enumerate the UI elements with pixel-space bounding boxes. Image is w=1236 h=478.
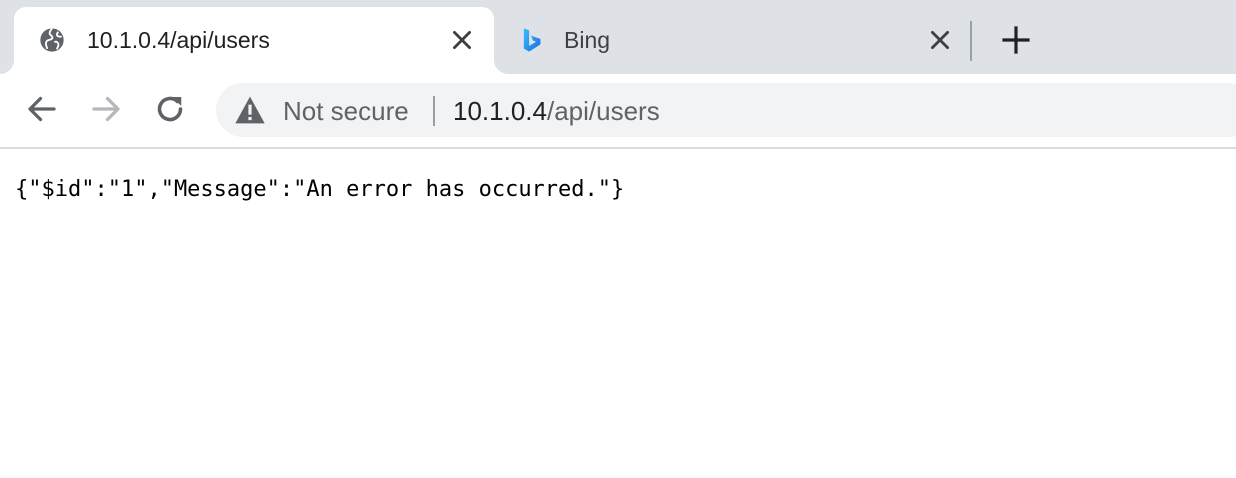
globe-icon bbox=[40, 27, 64, 52]
forward-arrow-icon[interactable] bbox=[88, 91, 124, 127]
tab-bing[interactable]: Bing bbox=[500, 7, 970, 74]
tab-title: 10.1.0.4/api/users bbox=[87, 27, 270, 53]
bing-logo-icon bbox=[523, 28, 541, 52]
address-bar-divider bbox=[433, 96, 435, 126]
browser-window: 10.1.0.4/api/users Bing Not secure 10.1.… bbox=[0, 0, 1236, 478]
tab-separator bbox=[970, 21, 972, 61]
warning-triangle-icon[interactable] bbox=[234, 95, 266, 125]
tab-title: Bing bbox=[564, 27, 611, 53]
url-path: /api/users bbox=[546, 96, 660, 126]
tab-api-users[interactable]: 10.1.0.4/api/users bbox=[14, 7, 494, 74]
navigation-toolbar: Not secure 10.1.0.4/api/users bbox=[0, 74, 1236, 149]
security-status-label[interactable]: Not secure bbox=[283, 96, 409, 127]
reload-icon[interactable] bbox=[152, 91, 188, 127]
url-host: 10.1.0.4 bbox=[453, 96, 547, 126]
url-text[interactable]: 10.1.0.4/api/users bbox=[453, 96, 660, 127]
page-content: {"$id":"1","Message":"An error has occur… bbox=[0, 149, 1236, 478]
close-tab-icon[interactable] bbox=[449, 27, 475, 53]
tab-strip: 10.1.0.4/api/users Bing bbox=[0, 0, 1236, 74]
address-bar[interactable]: Not secure 10.1.0.4/api/users bbox=[216, 83, 1236, 137]
close-tab-icon[interactable] bbox=[927, 27, 953, 53]
new-tab-plus-icon[interactable] bbox=[1000, 24, 1032, 56]
json-response-text: {"$id":"1","Message":"An error has occur… bbox=[15, 177, 625, 202]
back-arrow-icon[interactable] bbox=[24, 91, 60, 127]
